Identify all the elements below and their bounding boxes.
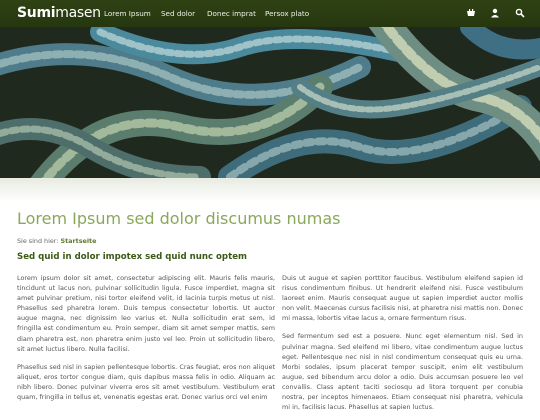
breadcrumb: Sie sind hier: Startseite: [17, 237, 96, 245]
paragraph: Lorem ipsum dolor sit amet, consectetur …: [17, 274, 275, 353]
breadcrumb-label: Sie sind hier:: [17, 237, 59, 245]
breadcrumb-current-link[interactable]: Startseite: [61, 237, 97, 245]
nav-item-lorem-ipsum[interactable]: Lorem Ipsum: [104, 9, 151, 18]
site-logo[interactable]: Sumimasen: [17, 5, 101, 21]
section-subtitle: Sed quid in dolor impotex sed quid nunc …: [17, 252, 247, 262]
logo-bold-text: Sumi: [17, 5, 56, 21]
content-column-left: Lorem ipsum dolor sit amet, consectetur …: [17, 273, 275, 410]
paragraph: Phasellus sed nisl in sapien pellentesqu…: [17, 362, 275, 402]
nav-item-donec-imprat[interactable]: Donec imprat: [207, 9, 256, 18]
cart-icon[interactable]: [466, 8, 476, 18]
top-navigation-bar: Sumimasen Lorem Ipsum Sed dolor Donec im…: [0, 0, 540, 27]
nav-item-sed-dolor[interactable]: Sed dolor: [161, 9, 195, 18]
paragraph: Sed fermentum sed est a posuere. Nunc eg…: [282, 332, 523, 412]
user-icon[interactable]: [490, 8, 500, 18]
content-column-right: Duis ut augue et sapien porttitor faucib…: [282, 273, 523, 420]
page-title: Lorem Ipsum sed dolor discumus numas: [17, 209, 341, 228]
hero-bottom-fade: [0, 178, 540, 202]
hero-image-ropes: [0, 27, 540, 182]
logo-light-text: masen: [55, 5, 101, 21]
paragraph: Duis ut augue et sapien porttitor faucib…: [282, 274, 523, 323]
search-icon[interactable]: [515, 8, 525, 18]
nav-item-persox-plato[interactable]: Persox plato: [265, 9, 309, 18]
